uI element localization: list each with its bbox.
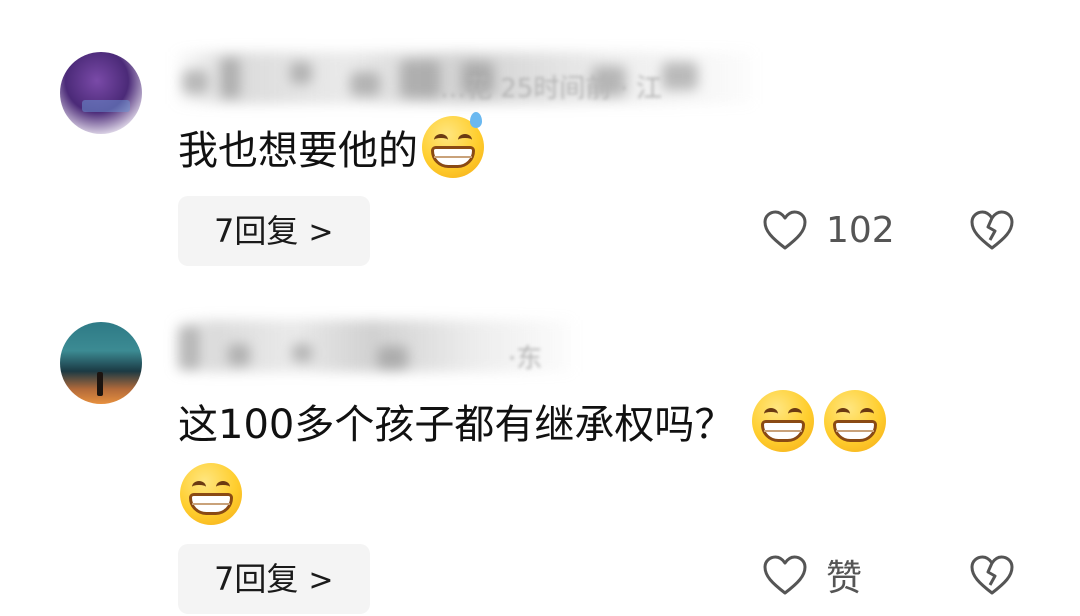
- heart-icon: [763, 210, 807, 250]
- chevron-right-icon: >: [308, 563, 334, 598]
- grin-sweat-emoji: [422, 112, 484, 178]
- comment-meta: …花 25时间前 · 江: [440, 74, 663, 104]
- chevron-right-icon: >: [308, 215, 334, 250]
- comment-text-content: 这100多个孩子都有继承权吗？: [178, 402, 735, 448]
- dislike-button[interactable]: [968, 554, 1016, 600]
- view-replies-button[interactable]: 7回复 >: [178, 196, 370, 266]
- like-button[interactable]: 赞: [762, 552, 863, 599]
- reply-count-label: 7回复: [214, 212, 299, 250]
- broken-heart-icon: [970, 555, 1014, 595]
- grin-emoji: [824, 390, 887, 452]
- grin-emoji: [752, 390, 815, 452]
- comment-item: ·东 这100多个孩子都有继承权吗？ 7回复 > 赞: [0, 290, 1080, 614]
- comment-item: …花 25时间前 · 江 我也想要他的 7回复 > 102: [0, 0, 1080, 290]
- heart-icon: [763, 555, 807, 595]
- comment-text: 我也想要他的: [178, 112, 484, 179]
- grin-emoji: [180, 463, 242, 525]
- dislike-button[interactable]: [968, 209, 1016, 255]
- comment-meta: ·东: [508, 344, 543, 374]
- broken-heart-icon: [970, 210, 1014, 250]
- avatar[interactable]: [60, 322, 142, 404]
- like-button[interactable]: 102: [762, 207, 895, 253]
- avatar-watermark: [82, 100, 130, 112]
- avatar[interactable]: [60, 52, 142, 134]
- comment-text-content: 我也想要他的: [178, 128, 418, 174]
- view-replies-button[interactable]: 7回复 >: [178, 544, 370, 614]
- comment-text: 这100多个孩子都有继承权吗？: [178, 390, 887, 528]
- like-count: 赞: [826, 558, 863, 599]
- avatar-figure: [97, 372, 103, 396]
- like-count: 102: [826, 209, 895, 251]
